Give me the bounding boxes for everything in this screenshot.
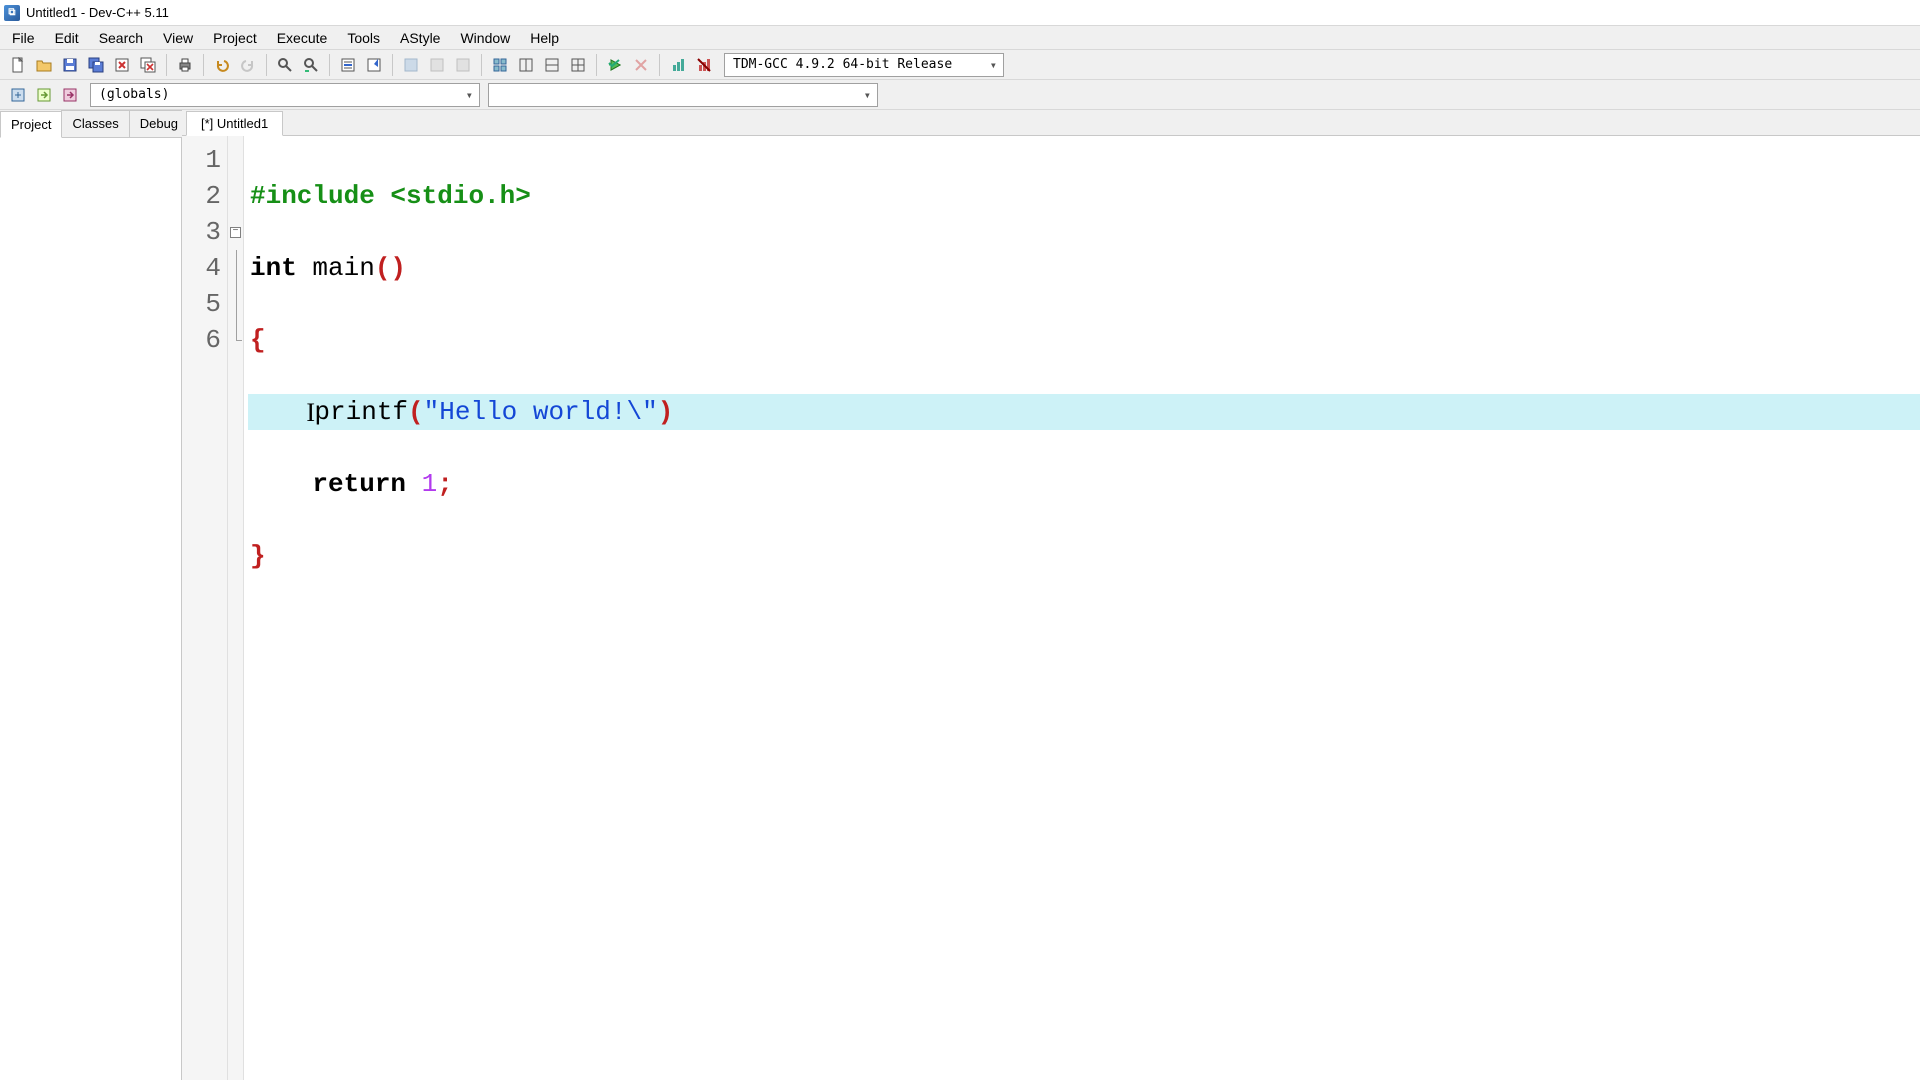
toolbar-separator xyxy=(481,54,482,76)
code-editor[interactable]: 1 2 3 4 5 6 − #include <stdio.h> int mai… xyxy=(182,136,1920,1080)
left-tab-debug[interactable]: Debug xyxy=(129,110,189,137)
toolbar-separator xyxy=(596,54,597,76)
line-number: 3 xyxy=(192,214,221,250)
code-token: int xyxy=(250,253,297,283)
line-number: 5 xyxy=(192,286,221,322)
new-file-icon[interactable] xyxy=(6,53,30,77)
left-tab-classes[interactable]: Classes xyxy=(61,110,129,137)
title-bar: ⧉ Untitled1 - Dev-C++ 5.11 xyxy=(0,0,1920,26)
run-icon[interactable] xyxy=(425,53,449,77)
left-panel: Project Classes Debug xyxy=(0,110,182,1080)
editor-tabs: [*] Untitled1 xyxy=(182,110,1920,136)
layout2-icon[interactable] xyxy=(540,53,564,77)
goto-impl-icon[interactable] xyxy=(58,83,82,107)
project-tree[interactable] xyxy=(0,138,181,1080)
editor-tab-untitled1[interactable]: [*] Untitled1 xyxy=(186,111,283,136)
code-token: main xyxy=(297,253,375,283)
scope-select[interactable]: (globals) xyxy=(90,83,480,107)
main-area: Project Classes Debug [*] Untitled1 1 2 … xyxy=(0,110,1920,1080)
line-number-gutter: 1 2 3 4 5 6 xyxy=(182,136,228,1080)
menu-view[interactable]: View xyxy=(153,27,203,49)
replace-icon[interactable] xyxy=(299,53,323,77)
code-token: ; xyxy=(437,469,453,499)
line-number: 2 xyxy=(192,178,221,214)
fold-gutter: − xyxy=(228,136,244,1080)
undo-icon[interactable] xyxy=(210,53,234,77)
toolbar-class: (globals) xyxy=(0,80,1920,110)
code-token: printf xyxy=(314,397,408,427)
goto-decl-icon[interactable] xyxy=(32,83,56,107)
menu-edit[interactable]: Edit xyxy=(45,27,89,49)
code-token: ) xyxy=(658,397,674,427)
profile-icon[interactable] xyxy=(666,53,690,77)
left-tab-project[interactable]: Project xyxy=(0,111,62,138)
menu-search[interactable]: Search xyxy=(89,27,153,49)
compile-run-icon[interactable] xyxy=(451,53,475,77)
line-number: 4 xyxy=(192,250,221,286)
menu-execute[interactable]: Execute xyxy=(267,27,338,49)
save-icon[interactable] xyxy=(58,53,82,77)
text-cursor-icon xyxy=(312,398,314,424)
code-token: 1 xyxy=(406,469,437,499)
code-token: { xyxy=(250,325,266,355)
toolbar-main: TDM-GCC 4.9.2 64-bit Release xyxy=(0,50,1920,80)
line-number: 6 xyxy=(192,322,221,358)
code-token: <stdio.h> xyxy=(375,181,531,211)
find-icon[interactable] xyxy=(273,53,297,77)
goto-line-icon[interactable] xyxy=(336,53,360,77)
code-indent xyxy=(250,469,312,499)
fold-line-icon xyxy=(236,250,237,286)
code-token: ( xyxy=(408,397,424,427)
code-indent xyxy=(250,397,312,427)
left-tabs: Project Classes Debug xyxy=(0,110,181,138)
close-file-icon[interactable] xyxy=(110,53,134,77)
menu-bar: File Edit Search View Project Execute To… xyxy=(0,26,1920,50)
menu-project[interactable]: Project xyxy=(203,27,267,49)
rebuild-all-icon[interactable] xyxy=(488,53,512,77)
code-token: } xyxy=(250,541,266,571)
window-title: Untitled1 - Dev-C++ 5.11 xyxy=(26,5,169,20)
compiler-select-value: TDM-GCC 4.9.2 64-bit Release xyxy=(733,57,952,72)
fold-toggle-icon[interactable]: − xyxy=(230,227,241,238)
code-token: () xyxy=(375,253,406,283)
toggle-bookmark-icon[interactable] xyxy=(362,53,386,77)
menu-window[interactable]: Window xyxy=(450,27,520,49)
member-select[interactable] xyxy=(488,83,878,107)
menu-help[interactable]: Help xyxy=(520,27,569,49)
compiler-select[interactable]: TDM-GCC 4.9.2 64-bit Release xyxy=(724,53,1004,77)
new-class-icon[interactable] xyxy=(6,83,30,107)
toolbar-separator xyxy=(329,54,330,76)
redo-icon[interactable] xyxy=(236,53,260,77)
save-all-icon[interactable] xyxy=(84,53,108,77)
editor-area: [*] Untitled1 1 2 3 4 5 6 − #include <st… xyxy=(182,110,1920,1080)
code-token: "Hello world!\" xyxy=(424,397,658,427)
debug-start-icon[interactable] xyxy=(603,53,627,77)
open-file-icon[interactable] xyxy=(32,53,56,77)
layout1-icon[interactable] xyxy=(514,53,538,77)
code-token: return xyxy=(312,469,406,499)
menu-tools[interactable]: Tools xyxy=(337,27,390,49)
code-token: #include xyxy=(250,181,375,211)
code-content[interactable]: #include <stdio.h> int main() { printf("… xyxy=(244,136,1920,1080)
line-number: 1 xyxy=(192,142,221,178)
fold-end-icon xyxy=(236,322,237,340)
menu-file[interactable]: File xyxy=(2,27,45,49)
delete-profile-icon[interactable] xyxy=(692,53,716,77)
layout3-icon[interactable] xyxy=(566,53,590,77)
print-icon[interactable] xyxy=(173,53,197,77)
menu-astyle[interactable]: AStyle xyxy=(390,27,450,49)
toolbar-separator xyxy=(166,54,167,76)
debug-stop-icon[interactable] xyxy=(629,53,653,77)
toolbar-separator xyxy=(392,54,393,76)
compile-icon[interactable] xyxy=(399,53,423,77)
close-all-icon[interactable] xyxy=(136,53,160,77)
app-icon: ⧉ xyxy=(4,5,20,21)
toolbar-separator xyxy=(266,54,267,76)
scope-select-value: (globals) xyxy=(99,87,169,102)
toolbar-separator xyxy=(203,54,204,76)
toolbar-separator xyxy=(659,54,660,76)
fold-line-icon xyxy=(236,286,237,322)
